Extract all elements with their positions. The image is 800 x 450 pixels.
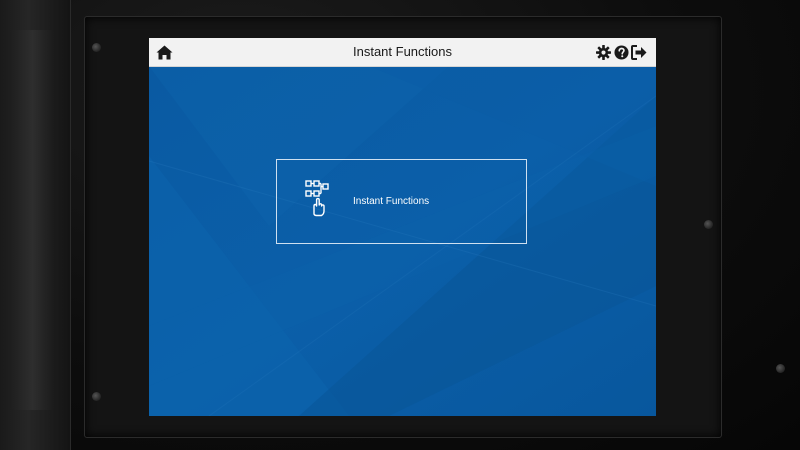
left-fixture	[0, 0, 71, 450]
bezel-screw	[704, 220, 713, 229]
help-icon	[613, 44, 629, 60]
help-button[interactable]	[612, 43, 630, 61]
bezel-screw	[92, 43, 101, 52]
settings-button[interactable]	[594, 43, 612, 61]
logout-button[interactable]	[630, 43, 648, 61]
home-icon	[156, 45, 172, 59]
bezel-screw	[92, 392, 101, 401]
gear-icon	[595, 44, 611, 60]
logout-icon	[631, 44, 647, 60]
workflow-touch-icon	[305, 180, 329, 217]
touch-screen: Instant Functions Instant Functions	[149, 38, 656, 416]
page-title: Instant Functions	[353, 44, 452, 59]
tile-label: Instant Functions	[353, 196, 430, 207]
instant-functions-tile[interactable]: Instant Functions	[276, 159, 527, 244]
home-button[interactable]	[155, 43, 173, 61]
machine-panel: Instant Functions Instant Functions	[0, 0, 800, 450]
top-bar: Instant Functions	[149, 38, 656, 67]
bezel-screw	[776, 364, 785, 373]
